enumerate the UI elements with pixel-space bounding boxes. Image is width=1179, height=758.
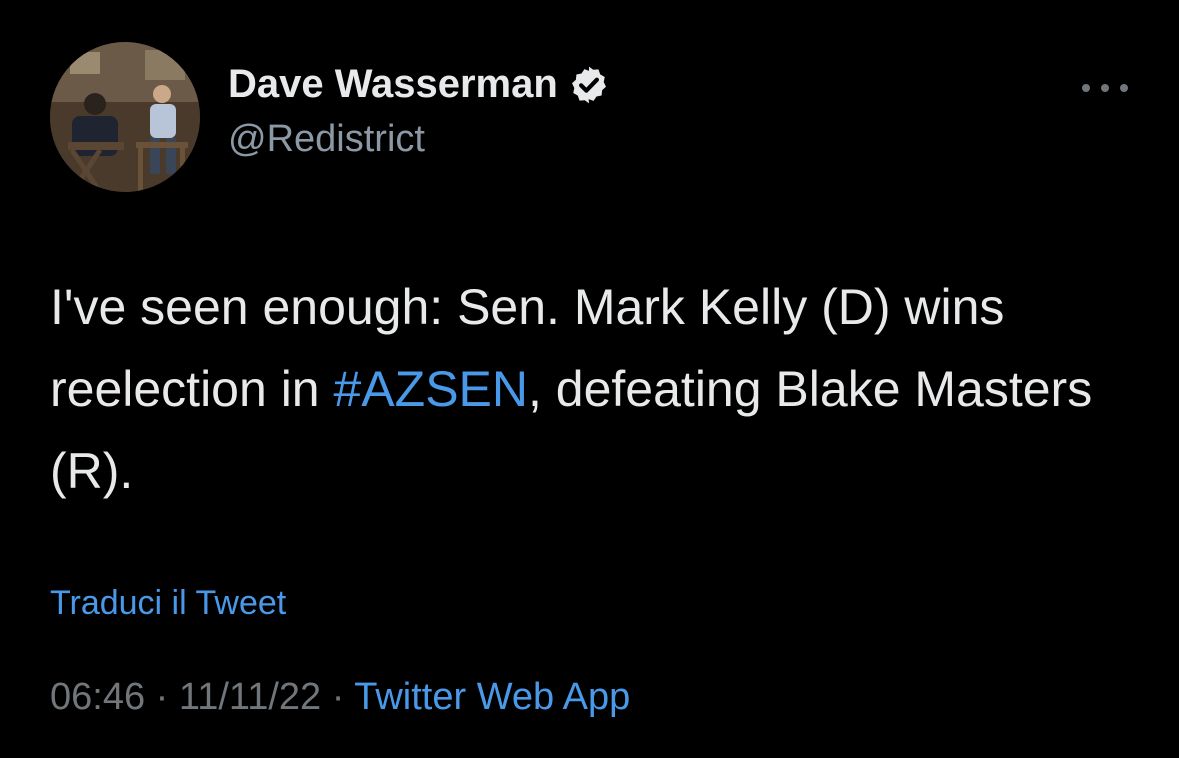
tweet-card: Dave Wasserman @Redistrict I've seen eno… xyxy=(0,0,1179,758)
more-horizontal-icon[interactable] xyxy=(1082,78,1128,98)
meta-separator: · xyxy=(321,676,355,718)
tweet-text: I've seen enough: Sen. Mark Kelly (D) wi… xyxy=(50,266,1140,512)
author-display-name[interactable]: Dave Wasserman xyxy=(228,62,558,107)
more-dot xyxy=(1082,84,1090,92)
verified-badge-icon xyxy=(571,66,606,103)
tweet-time[interactable]: 06:46 xyxy=(50,676,145,718)
avatar-photo xyxy=(50,42,200,192)
meta-separator: · xyxy=(145,676,179,718)
avatar[interactable] xyxy=(50,42,200,192)
translate-tweet-link[interactable]: Traduci il Tweet xyxy=(50,584,286,623)
author-handle[interactable]: @Redistrict xyxy=(228,118,425,161)
hashtag-link[interactable]: #AZSEN xyxy=(334,361,529,417)
more-dot xyxy=(1101,84,1109,92)
more-dot xyxy=(1120,84,1128,92)
tweet-date[interactable]: 11/11/22 xyxy=(179,676,321,718)
tweet-meta: 06:46 · 11/11/22 · Twitter Web App xyxy=(50,676,630,719)
author-name-row[interactable]: Dave Wasserman xyxy=(228,62,610,107)
tweet-source-link[interactable]: Twitter Web App xyxy=(354,676,630,718)
